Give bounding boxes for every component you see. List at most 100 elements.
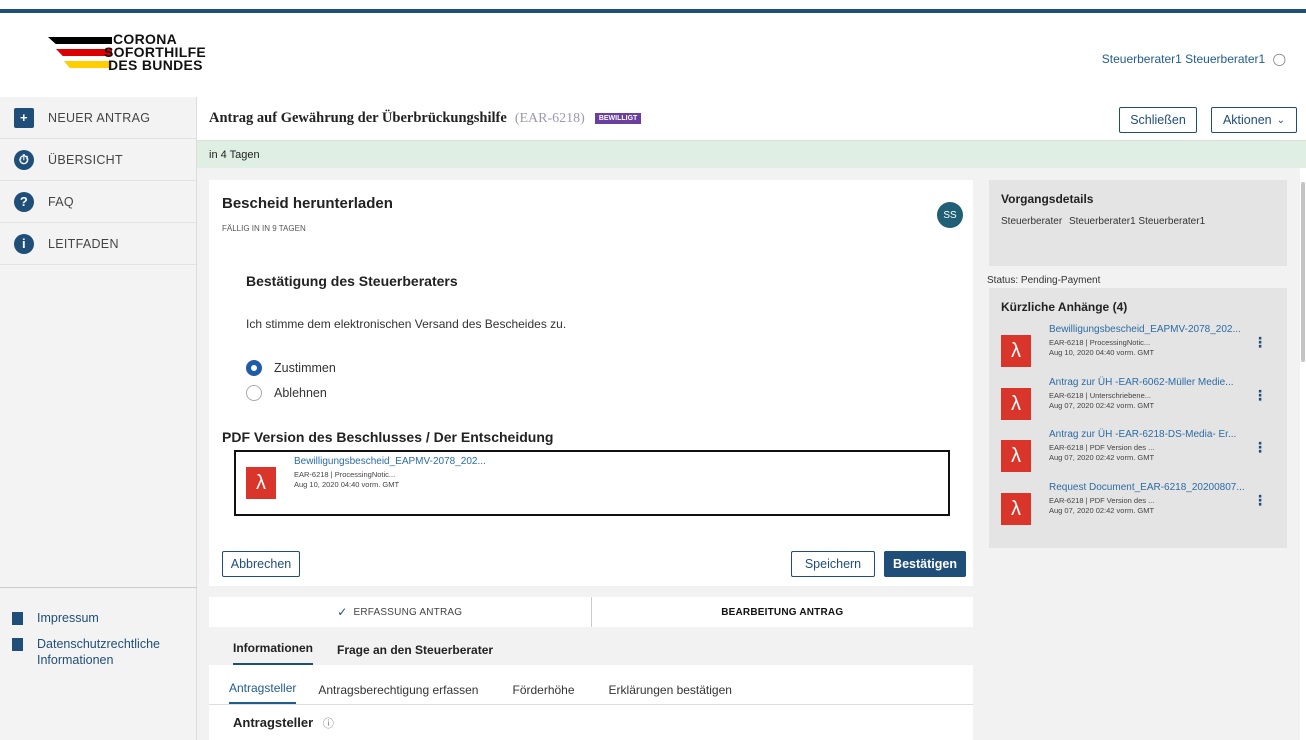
user-icon[interactable]: ◯ (1273, 52, 1286, 66)
pdf-icon: λ (246, 467, 276, 499)
details-title: Vorgangsdetails (1001, 192, 1094, 206)
pdf-icon: λ (1001, 493, 1031, 525)
datenschutz-link[interactable]: Datenschutzrechtliche Informationen (0, 636, 197, 668)
step-bearbeitung: BEARBEITUNG ANTRAG (592, 597, 974, 627)
tab-informationen[interactable]: Informationen (233, 641, 313, 665)
pdf-file-card[interactable]: λ Bewilligungsbescheid_EAPMV-2078_202...… (234, 450, 950, 516)
header: CORONA SOFORTHILFE DES BUNDES Steuerbera… (0, 13, 1306, 97)
actions-label: Aktionen (1222, 113, 1272, 127)
attachment-meta: EAR-6218 | Unterschriebene... (1049, 391, 1152, 400)
chevron-down-icon: ⌄ (1276, 114, 1286, 126)
attachment-item[interactable]: λ Request Document_EAR-6218_20200807... … (1001, 478, 1281, 530)
document-icon (12, 612, 23, 625)
page-title: Antrag auf Gewährung der Überbrückungshi… (209, 110, 507, 126)
subtab-erklaerungen[interactable]: Erklärungen bestätigen (609, 683, 732, 704)
more-vertical-icon[interactable]: ⋮ (1253, 492, 1267, 509)
pdf-heading: PDF Version des Beschlusses / Der Entsch… (222, 429, 554, 445)
attachment-item[interactable]: λ Antrag zur ÜH -EAR-6218-DS-Media- Er..… (1001, 425, 1281, 477)
subtab-foerderhoehe[interactable]: Förderhöhe (512, 683, 574, 704)
due-banner-text: in 4 Tagen (209, 148, 260, 161)
attachment-item[interactable]: λ Antrag zur ÜH -EAR-6062-Müller Medie..… (1001, 373, 1281, 425)
attachment-name[interactable]: Antrag zur ÜH -EAR-6218-DS-Media- Er... (1049, 429, 1236, 440)
pdf-icon: λ (1001, 388, 1031, 420)
file-meta: EAR-6218 | ProcessingNotic... (294, 470, 396, 479)
impressum-label[interactable]: Impressum (37, 610, 99, 626)
check-icon: ✓ (337, 605, 348, 619)
save-button[interactable]: Speichern (791, 551, 875, 577)
radio-unselected-icon[interactable] (246, 385, 262, 401)
step-erfassung: ✓ ERFASSUNG ANTRAG (209, 597, 592, 627)
status-text: Status: Pending-Payment (987, 275, 1101, 286)
logo-text-3: DES BUNDES (108, 57, 203, 73)
attachment-name[interactable]: Request Document_EAR-6218_20200807... (1049, 482, 1245, 493)
logo-stripe-black (48, 37, 112, 44)
sidebar-item-label: NEUER ANTRAG (48, 110, 151, 125)
scrollbar[interactable] (1300, 168, 1306, 740)
radio-zustimmen[interactable]: Zustimmen (246, 360, 336, 376)
radio-label[interactable]: Ablehnen (274, 386, 327, 400)
attachment-date: Aug 07, 2020 02:42 vorm. GMT (1049, 401, 1155, 410)
pdf-icon: λ (1001, 335, 1031, 367)
help-icon[interactable]: ⓘ (323, 718, 334, 730)
more-vertical-icon[interactable]: ⋮ (1253, 334, 1267, 351)
radio-label[interactable]: Zustimmen (274, 361, 336, 375)
sidebar-item-label: ÜBERSICHT (48, 152, 123, 167)
more-vertical-icon[interactable]: ⋮ (1253, 439, 1267, 456)
info-icon: i (14, 233, 34, 254)
user-name[interactable]: Steuerberater1 Steuerberater1 (1102, 52, 1265, 66)
pdf-icon: λ (1001, 440, 1031, 472)
logo[interactable]: CORONA SOFORTHILFE DES BUNDES (48, 32, 208, 89)
sidebar-item-neuer-antrag[interactable]: + NEUER ANTRAG (0, 97, 196, 139)
process-steps: ✓ ERFASSUNG ANTRAG BEARBEITUNG ANTRAG (209, 597, 973, 627)
sidebar-item-leitfaden[interactable]: i LEITFADEN (0, 223, 196, 265)
attachments-panel: Kürzliche Anhänge (4) λ Bewilligungsbesc… (989, 288, 1287, 548)
case-details-panel: Vorgangsdetails Steuerberater Steuerbera… (989, 180, 1287, 266)
cancel-button[interactable]: Abbrechen (222, 551, 300, 577)
radio-selected-icon[interactable] (246, 360, 262, 376)
task-title: Bescheid herunterladen (222, 195, 393, 212)
details-row: Steuerberater Steuerberater1 Steuerberat… (1001, 216, 1275, 227)
task-card: Bescheid herunterladen FÄLLIG IN IN 9 TA… (209, 180, 973, 586)
task-due: FÄLLIG IN IN 9 TAGEN (222, 224, 306, 233)
sub-tabs: Antragsteller Antragsberechtigung erfass… (209, 665, 973, 705)
attachment-meta: EAR-6218 | ProcessingNotic... (1049, 338, 1151, 347)
tab-frage[interactable]: Frage an den Steuerberater (337, 643, 493, 665)
scrollbar-thumb[interactable] (1301, 182, 1305, 362)
attachment-name[interactable]: Antrag zur ÜH -EAR-6062-Müller Medie... (1049, 377, 1234, 388)
main-tabs: Informationen Frage an den Steuerberater (209, 627, 973, 665)
actions-button[interactable]: Aktionen ⌄ (1211, 107, 1297, 133)
main-content: Bescheid herunterladen FÄLLIG IN IN 9 TA… (197, 168, 1306, 740)
sidebar-footer: Impressum Datenschutzrechtliche Informat… (0, 587, 197, 678)
sidebar: + NEUER ANTRAG ⏱ ÜBERSICHT ? FAQ i LEITF… (0, 97, 197, 740)
radio-ablehnen[interactable]: Ablehnen (246, 385, 327, 401)
section-heading: Antragsteller (233, 715, 314, 730)
confirm-button[interactable]: Bestätigen (884, 551, 966, 577)
file-name-link[interactable]: Bewilligungsbescheid_EAPMV-2078_202... (294, 456, 486, 467)
impressum-link[interactable]: Impressum (0, 610, 197, 626)
attachments-title: Kürzliche Anhänge (4) (1001, 300, 1128, 314)
attachment-date: Aug 07, 2020 02:42 vorm. GMT (1049, 506, 1155, 515)
user-menu[interactable]: Steuerberater1 Steuerberater1 ◯ (1102, 52, 1286, 66)
attachment-meta: EAR-6218 | PDF Version des ... (1049, 496, 1155, 505)
antragsteller-section: Antragsteller ⓘ (209, 705, 973, 740)
attachment-item[interactable]: λ Bewilligungsbescheid_EAPMV-2078_202...… (1001, 320, 1281, 372)
sidebar-item-label: FAQ (48, 194, 74, 209)
new-document-icon: + (14, 107, 34, 128)
sidebar-item-faq[interactable]: ? FAQ (0, 181, 196, 223)
due-banner: in 4 Tagen (197, 141, 1306, 168)
logo-stripe-gold (64, 61, 112, 68)
attachment-name[interactable]: Bewilligungsbescheid_EAPMV-2078_202... (1049, 324, 1241, 335)
document-icon (12, 638, 23, 651)
sidebar-item-uebersicht[interactable]: ⏱ ÜBERSICHT (0, 139, 196, 181)
file-date: Aug 10, 2020 04:40 vorm. GMT (294, 480, 400, 489)
subtab-antragsberechtigung[interactable]: Antragsberechtigung erfassen (318, 683, 478, 704)
datenschutz-label[interactable]: Datenschutzrechtliche Informationen (37, 636, 167, 668)
attachment-date: Aug 10, 2020 04:40 vorm. GMT (1049, 348, 1155, 357)
question-icon: ? (14, 191, 34, 212)
more-vertical-icon[interactable]: ⋮ (1253, 387, 1267, 404)
history-icon: ⏱ (14, 149, 34, 170)
step-label: ERFASSUNG ANTRAG (353, 606, 463, 618)
subtab-antragsteller[interactable]: Antragsteller (229, 681, 297, 704)
avatar[interactable]: SS (937, 202, 963, 228)
close-button[interactable]: Schließen (1119, 107, 1197, 133)
